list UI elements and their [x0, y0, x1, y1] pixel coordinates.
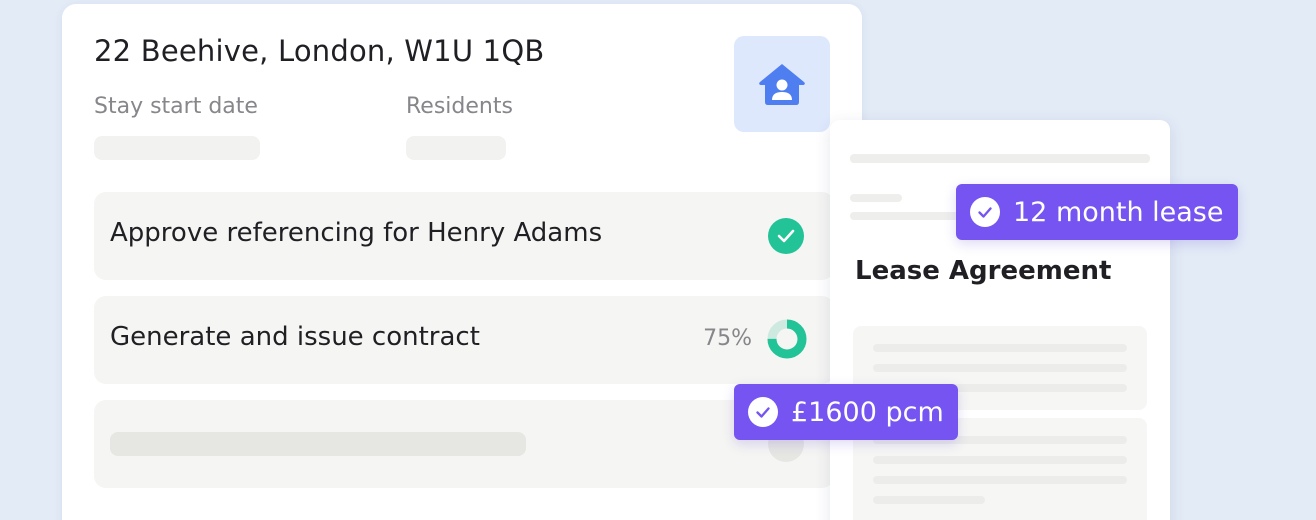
- stay-start-date-placeholder: [94, 136, 260, 160]
- task-generate-contract[interactable]: Generate and issue contract 75%: [94, 296, 834, 384]
- doc-header-line: [850, 154, 1150, 163]
- doc-text-line: [850, 194, 902, 202]
- task-label: Approve referencing for Henry Adams: [110, 218, 603, 248]
- lease-document-preview: Lease Agreement: [830, 120, 1170, 520]
- progress-percent: 75%: [703, 326, 752, 351]
- rent-text: £1600 pcm: [791, 396, 944, 428]
- property-address: 22 Beehive, London, W1U 1QB: [94, 34, 545, 68]
- stay-start-date-label: Stay start date: [94, 94, 258, 119]
- check-icon: [970, 197, 1000, 227]
- progress-donut-icon: [767, 319, 807, 359]
- check-icon: [748, 397, 778, 427]
- task-approve-referencing[interactable]: Approve referencing for Henry Adams: [94, 192, 834, 280]
- lease-term-text: 12 month lease: [1013, 196, 1224, 228]
- residents-label: Residents: [406, 94, 513, 119]
- task-placeholder[interactable]: [94, 400, 834, 488]
- house-person-icon: [759, 64, 805, 105]
- lease-term-badge: 12 month lease: [956, 184, 1238, 240]
- rent-badge: £1600 pcm: [734, 384, 958, 440]
- check-circle-icon: [768, 218, 804, 254]
- document-title: Lease Agreement: [855, 256, 1112, 286]
- doc-text-line: [850, 212, 960, 220]
- home-tile[interactable]: [734, 36, 830, 132]
- property-card: 22 Beehive, London, W1U 1QB Stay start d…: [62, 4, 862, 520]
- task-label: Generate and issue contract: [110, 322, 480, 352]
- residents-placeholder: [406, 136, 506, 160]
- task-label-placeholder: [110, 432, 526, 456]
